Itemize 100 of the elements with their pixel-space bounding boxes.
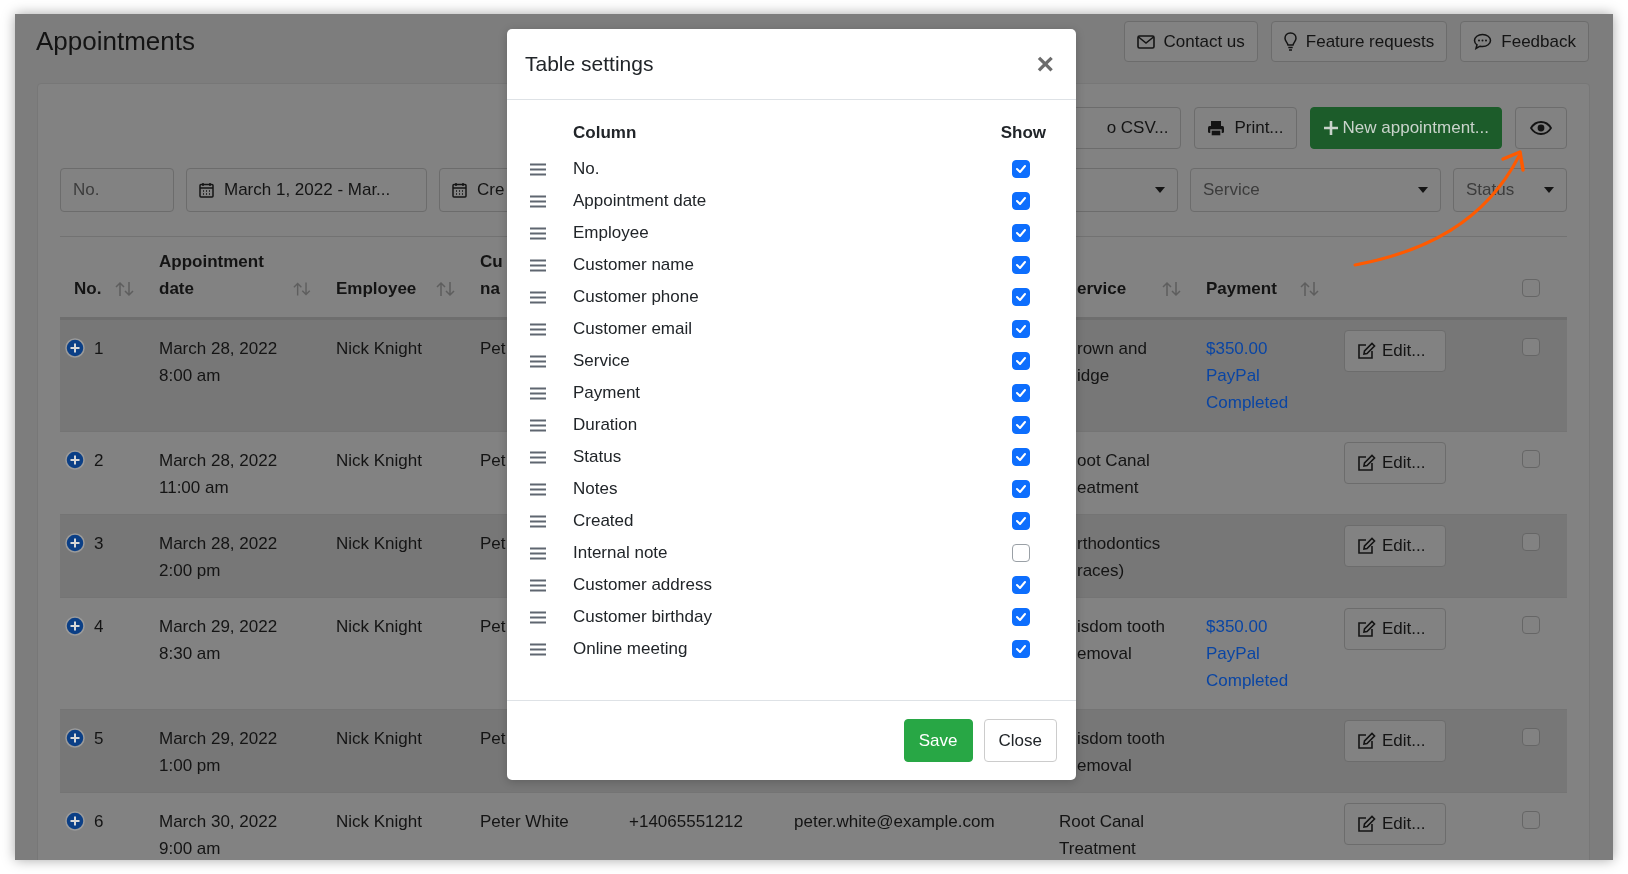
show-checkbox[interactable] [1012,256,1030,274]
envelope-icon [1136,34,1155,49]
drag-handle-icon[interactable] [530,322,546,336]
show-checkbox[interactable] [1012,448,1030,466]
drag-handle-icon[interactable] [530,450,546,464]
edit-button[interactable]: Edit... [1344,442,1446,484]
show-checkbox[interactable] [1012,384,1030,402]
select-field[interactable]: Service [1190,168,1441,212]
checkmark-icon [1015,452,1027,462]
drag-handle-icon[interactable] [530,226,546,240]
show-checkbox[interactable] [1012,288,1030,306]
header-button[interactable]: Contact us [1123,21,1258,62]
drag-handle-icon[interactable] [530,258,546,272]
header-button[interactable]: Feedback [1460,21,1589,62]
show-checkbox[interactable] [1012,512,1030,530]
checkmark-icon [1015,260,1027,270]
close-button[interactable]: × [1032,49,1058,79]
appointment-date: March 28, 2022 2:00 pm [159,534,278,580]
printer-icon [1207,119,1226,137]
expand-plus-icon[interactable] [65,728,85,748]
expand-plus-icon[interactable] [65,811,85,831]
drag-handle-icon[interactable] [530,610,546,624]
expand-plus-icon[interactable] [65,450,85,470]
checkmark-icon [1015,324,1027,334]
column-label: Appointment date [573,191,708,211]
checkmark-icon [1015,420,1027,430]
edit-button[interactable]: Edit... [1344,330,1446,372]
edit-button[interactable]: Edit... [1344,803,1446,845]
drag-handle-icon[interactable] [530,546,546,560]
calendar-icon [452,182,467,198]
edit-button[interactable]: Edit... [1344,525,1446,567]
checkmark-icon [1015,644,1027,654]
drag-handle-icon[interactable] [530,482,546,496]
select-all-checkbox[interactable] [1522,279,1540,297]
row-checkbox[interactable] [1522,450,1540,468]
show-checkbox[interactable] [1012,416,1030,434]
row-number: 2 [94,450,104,472]
show-checkbox[interactable] [1012,608,1030,626]
edit-icon [1357,454,1376,472]
row-number: 1 [94,338,104,360]
expand-plus-icon[interactable] [65,338,85,358]
show-checkbox[interactable] [1012,192,1030,210]
edit-icon [1357,620,1376,638]
save-button[interactable]: Save [903,719,973,762]
employee-name: Nick Knight [336,617,422,636]
expand-plus-icon[interactable] [65,533,85,553]
row-checkbox[interactable] [1522,338,1540,356]
row-number: 4 [94,616,104,638]
print-button[interactable]: Print... [1194,107,1297,149]
checkmark-icon [1015,228,1027,238]
row-checkbox[interactable] [1522,811,1540,829]
header-button[interactable]: Feature requests [1270,21,1448,62]
edit-button[interactable]: Edit... [1344,608,1446,650]
edit-button[interactable]: Edit... [1344,720,1446,762]
row-checkbox[interactable] [1522,728,1540,746]
drag-handle-icon[interactable] [530,162,546,176]
show-checkbox[interactable] [1012,576,1030,594]
drag-handle-icon[interactable] [530,642,546,656]
customer-phone: +14065551212 [629,812,743,831]
number-field[interactable]: No. [60,168,174,212]
appointment-date: March 28, 2022 8:00 am [159,339,278,385]
column-label: Online meeting [573,639,689,659]
lightbulb-icon [1283,32,1297,51]
checkmark-icon [1015,388,1027,398]
drag-handle-icon[interactable] [530,418,546,432]
employee-name: Nick Knight [336,729,422,748]
checkmark-icon [1015,580,1027,590]
row-number: 6 [94,811,104,833]
drag-handle-icon[interactable] [530,386,546,400]
service-name: rthodontics races) [1077,534,1161,580]
show-checkbox[interactable] [1012,640,1030,658]
new-appointment-button[interactable]: New appointment... [1309,107,1502,149]
expand-plus-icon[interactable] [65,616,85,636]
chat-icon [1473,33,1493,50]
appointment-date: March 29, 2022 1:00 pm [159,729,278,775]
show-checkbox[interactable] [1012,352,1030,370]
employee-name: Nick Knight [336,339,422,358]
show-checkbox[interactable] [1012,320,1030,338]
show-checkbox[interactable] [1012,544,1030,562]
show-checkbox[interactable] [1012,160,1030,178]
service-name: isdom tooth emoval [1077,729,1165,775]
column-header: Payment [1206,278,1277,300]
checkmark-icon [1015,612,1027,622]
close-dialog-button[interactable]: Close [983,719,1057,762]
customer-name: Pet [480,451,506,470]
show-heading: Show [1000,123,1046,143]
column-visibility-button[interactable] [1515,107,1567,149]
row-number: 3 [94,533,104,555]
drag-handle-icon[interactable] [530,514,546,528]
row-checkbox[interactable] [1522,533,1540,551]
date-range-field[interactable]: March 1, 2022 - Mar... [186,168,427,212]
drag-handle-icon[interactable] [530,578,546,592]
drag-handle-icon[interactable] [530,354,546,368]
column-header: Cu na [480,251,504,300]
row-checkbox[interactable] [1522,616,1540,634]
drag-handle-icon[interactable] [530,194,546,208]
show-checkbox[interactable] [1012,480,1030,498]
drag-handle-icon[interactable] [530,290,546,304]
show-checkbox[interactable] [1012,224,1030,242]
column-label: Customer name [573,255,695,275]
